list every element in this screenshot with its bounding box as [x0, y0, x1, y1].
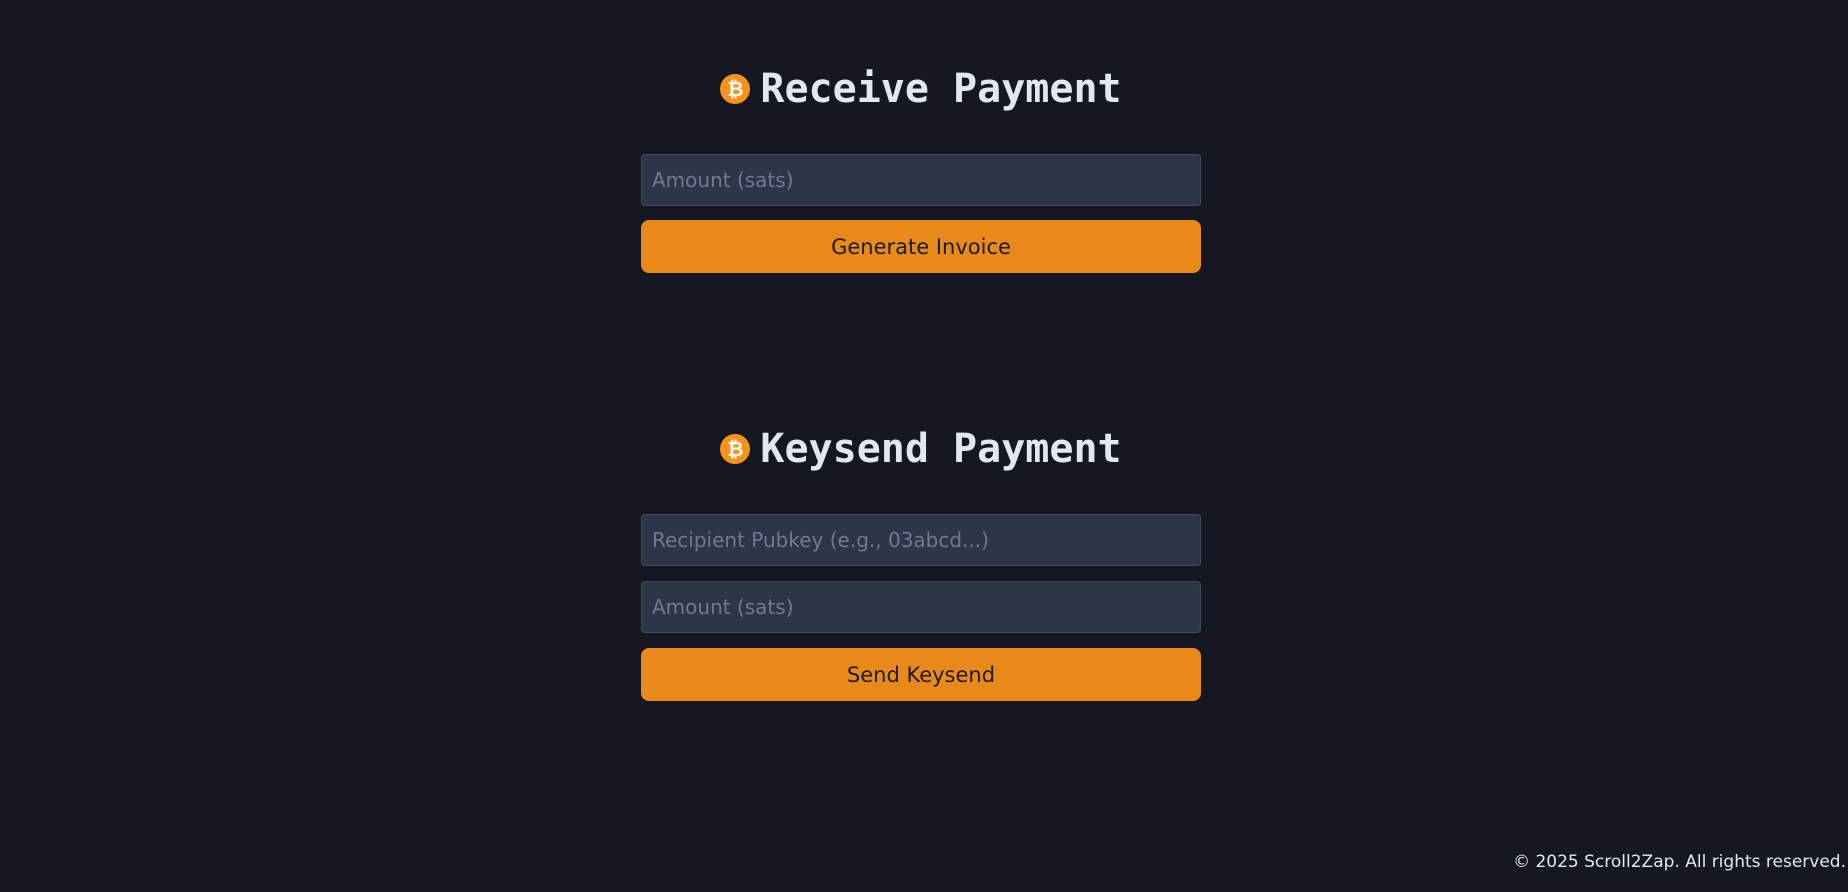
recipient-pubkey-input[interactable] — [641, 514, 1201, 566]
bitcoin-icon: ₿ — [720, 434, 751, 464]
footer-copyright: © 2025 Scroll2Zap. All rights reserved. — [1513, 852, 1846, 872]
send-keysend-button[interactable]: Send Keysend — [641, 648, 1201, 701]
receive-payment-title: Receive Payment — [760, 66, 1122, 112]
keysend-amount-input[interactable] — [641, 581, 1201, 633]
keysend-payment-heading: ₿ Keysend Payment — [641, 426, 1201, 472]
generate-invoice-button[interactable]: Generate Invoice — [641, 220, 1201, 273]
receive-amount-input[interactable] — [641, 154, 1201, 206]
keysend-payment-title: Keysend Payment — [760, 426, 1122, 472]
receive-payment-heading: ₿ Receive Payment — [641, 66, 1201, 112]
bitcoin-icon: ₿ — [720, 74, 751, 104]
